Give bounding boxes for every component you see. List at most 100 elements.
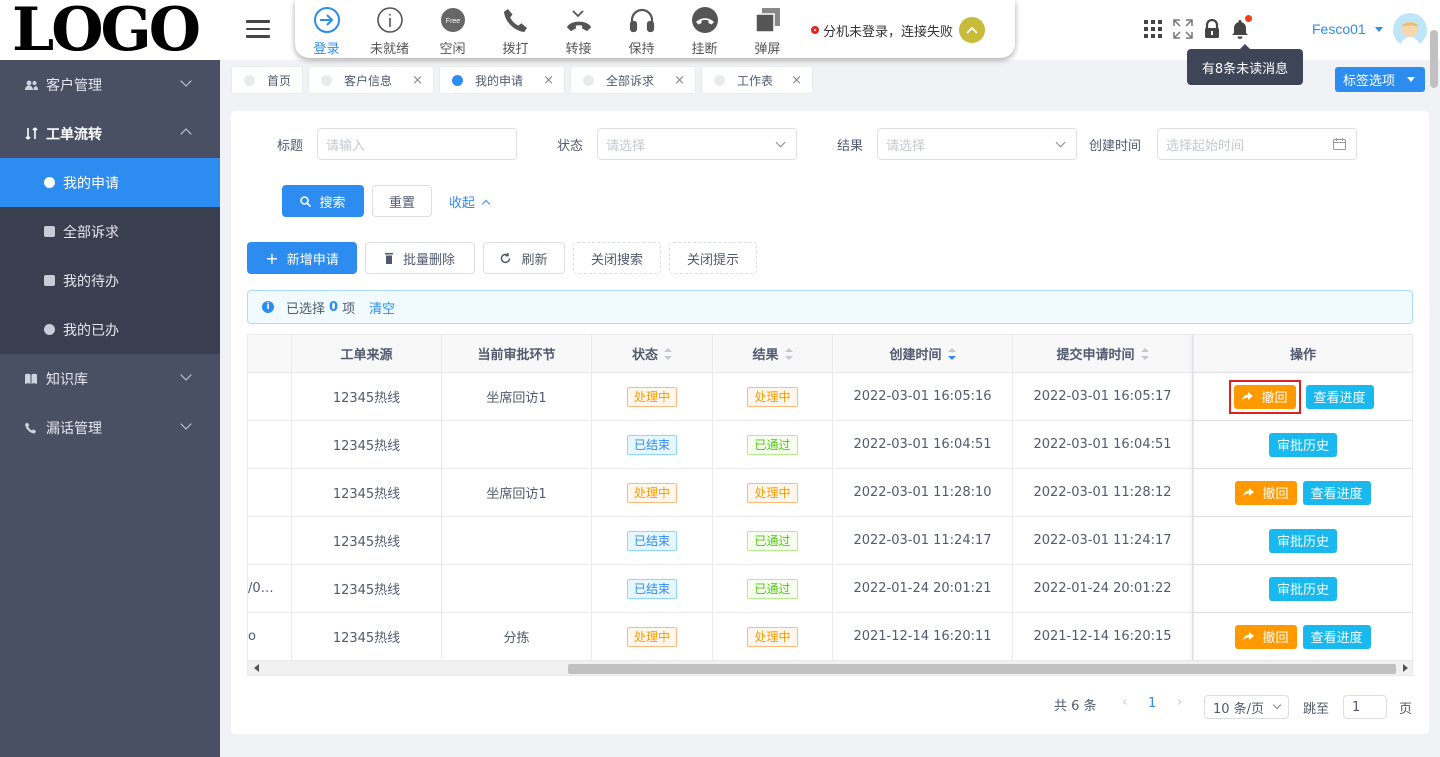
user-caret-icon[interactable] xyxy=(1375,27,1383,32)
chevron-down-icon xyxy=(1272,700,1282,710)
result-badge: 已通过 xyxy=(747,578,798,599)
approval-history-button[interactable]: 审批历史 xyxy=(1268,432,1337,457)
tab-4[interactable]: 工作表 × xyxy=(701,66,813,94)
tab-1[interactable]: 客户信息 × xyxy=(308,66,434,94)
goto-page-input[interactable]: 1 xyxy=(1343,695,1387,719)
action-label: 审批历史 xyxy=(1276,535,1329,550)
view-progress-button[interactable]: 查看进度 xyxy=(1302,624,1371,649)
sidebar-item-0[interactable]: 客户管理 xyxy=(0,60,220,109)
scroll-right-icon[interactable] xyxy=(1403,664,1408,672)
status-select[interactable]: 请选择 xyxy=(597,128,797,160)
table-cell: 撤回 查看进度 xyxy=(1193,373,1412,420)
tab-label: 全部诉求 xyxy=(606,73,655,88)
close-icon[interactable]: × xyxy=(791,73,802,88)
cell-source: 12345热线 xyxy=(332,535,401,550)
sidebar-subitem-2[interactable]: 我的待办 xyxy=(0,256,220,305)
phone-btn-4[interactable]: 转接 xyxy=(547,0,610,58)
created-date-picker[interactable]: 选择起始时间 xyxy=(1157,128,1357,160)
action-label: 审批历史 xyxy=(1276,583,1329,598)
close-search-button[interactable]: 关闭搜索 xyxy=(573,242,661,274)
lock-icon[interactable] xyxy=(1204,18,1220,43)
sort-icon[interactable] xyxy=(947,347,956,360)
sidebar-item-2[interactable]: 知识库 xyxy=(0,354,220,403)
scroll-thumb[interactable] xyxy=(568,664,1396,674)
tab-label: 客户信息 xyxy=(344,73,393,88)
view-progress-button[interactable]: 查看进度 xyxy=(1302,480,1371,505)
phone-btn-2[interactable]: Free 空闲 xyxy=(421,0,484,58)
reset-button[interactable]: 重置 xyxy=(372,185,432,217)
col-header-2[interactable]: 状态 xyxy=(592,335,713,372)
withdraw-button[interactable]: 撤回 xyxy=(1235,624,1297,649)
tag-options-dropdown[interactable]: 标签选项 xyxy=(1335,67,1425,92)
cell-source: 12345热线 xyxy=(332,631,401,646)
col-header-3[interactable]: 结果 xyxy=(713,335,833,372)
approval-history-button[interactable]: 审批历史 xyxy=(1268,528,1337,553)
tab-2[interactable]: 我的申请 × xyxy=(439,66,565,94)
tab-3[interactable]: 全部诉求 × xyxy=(570,66,696,94)
sidebar-item-1[interactable]: 工单流转 xyxy=(0,109,220,158)
search-button[interactable]: 搜索 xyxy=(282,185,364,217)
cell-created: 2021-12-14 16:20:11 xyxy=(853,629,992,644)
col-header-0: 工单来源 xyxy=(292,335,442,372)
collapse-label: 收起 xyxy=(449,196,476,211)
sort-icon[interactable] xyxy=(784,347,793,360)
phone-btn-0[interactable]: 登录 xyxy=(295,0,358,58)
fullscreen-icon[interactable] xyxy=(1173,19,1193,43)
menu-toggle-icon[interactable] xyxy=(246,20,270,38)
page-1[interactable]: 1 xyxy=(1148,696,1156,711)
refresh-button[interactable]: 刷新 xyxy=(483,242,565,274)
phone-btn-7[interactable]: 弹屏 xyxy=(736,0,799,58)
cell-submitted: 2022-03-01 11:28:12 xyxy=(1033,485,1172,500)
sidebar-item-3[interactable]: 漏话管理 xyxy=(0,403,220,452)
avatar[interactable] xyxy=(1393,13,1427,47)
sidebar-subitem-3[interactable]: 我的已办 xyxy=(0,305,220,354)
add-request-button[interactable]: + 新增申请 xyxy=(247,242,357,274)
apps-grid-icon[interactable] xyxy=(1144,20,1162,42)
table-horizontal-scrollbar[interactable] xyxy=(248,661,1412,675)
close-tips-button[interactable]: 关闭提示 xyxy=(669,242,757,274)
approval-history-button[interactable]: 审批历史 xyxy=(1268,576,1337,601)
tab-dot-icon xyxy=(714,74,725,86)
user-menu[interactable]: Fesco01 xyxy=(1312,21,1366,37)
page-size-select[interactable]: 10 条/页 xyxy=(1204,695,1289,719)
sidebar-submenu: 我的申请 全部诉求我的待办我的已办 xyxy=(0,158,220,354)
prev-page-icon[interactable]: ‹ xyxy=(1122,695,1127,710)
selected-count: 0 xyxy=(329,299,339,315)
withdraw-button[interactable]: 撤回 xyxy=(1235,480,1297,505)
result-select[interactable]: 请选择 xyxy=(877,128,1077,160)
phone-btn-1[interactable]: 未就绪 xyxy=(358,0,421,58)
tab-0[interactable]: 首页 xyxy=(231,66,303,94)
col-header-4[interactable]: 创建时间 xyxy=(833,335,1013,372)
sidebar-subitem-label: 我的待办 xyxy=(63,273,119,290)
close-icon[interactable]: × xyxy=(412,73,423,88)
bell-icon[interactable] xyxy=(1231,15,1252,43)
result-label: 结果 xyxy=(837,139,864,154)
action-label: 撤回 xyxy=(1262,631,1289,646)
withdraw-button[interactable]: 撤回 xyxy=(1234,384,1296,409)
phone-btn-5[interactable]: 保持 xyxy=(610,0,673,58)
col-header-5[interactable]: 提交申请时间 xyxy=(1013,335,1193,372)
next-page-icon[interactable]: › xyxy=(1177,695,1182,710)
phone-btn-3[interactable]: 拨打 xyxy=(484,0,547,58)
table-cell: 12345热线 xyxy=(292,421,442,468)
notification-tooltip: 有8条未读消息 xyxy=(1187,44,1303,85)
status-badge: 处理中 xyxy=(626,482,677,503)
share-arrow-icon xyxy=(1243,488,1255,497)
title-input[interactable]: 请输入 xyxy=(317,128,517,160)
batch-delete-button[interactable]: 批量删除 xyxy=(365,242,475,274)
view-progress-button[interactable]: 查看进度 xyxy=(1305,384,1374,409)
sidebar-subitem-1[interactable]: 全部诉求 xyxy=(0,207,220,256)
phone-btn-6[interactable]: 挂断 xyxy=(673,0,736,58)
clear-selection-link[interactable]: 清空 xyxy=(369,298,395,317)
close-icon[interactable]: × xyxy=(674,73,685,88)
alert-prefix: 已选择 xyxy=(286,301,326,317)
sidebar-subitem-0[interactable]: 我的申请 xyxy=(0,158,220,207)
expand-toggle-icon[interactable] xyxy=(959,17,986,43)
collapse-link[interactable]: 收起 xyxy=(449,192,491,211)
sort-icon[interactable] xyxy=(1140,347,1149,360)
sort-icon[interactable] xyxy=(664,347,672,360)
cell-truncated: /0… xyxy=(248,581,274,596)
scroll-left-icon[interactable] xyxy=(254,664,259,672)
sidebar-subitem-label: 我的已办 xyxy=(63,322,119,339)
close-icon[interactable]: × xyxy=(543,73,554,88)
